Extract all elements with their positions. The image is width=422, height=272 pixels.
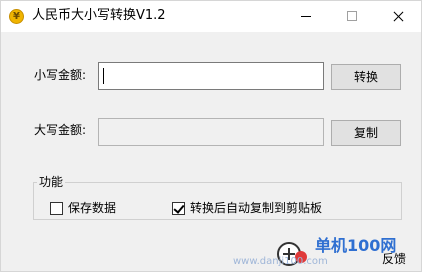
upper-amount-label: 大写金额: <box>34 123 87 137</box>
lower-amount-label: 小写金额: <box>34 68 87 82</box>
save-data-label[interactable]: 保存数据 <box>68 200 116 216</box>
main-window: ¥ 人民币大小写转换V1.2 小写金额: 转换 大写金额: 复制 功能 保存数据… <box>0 0 422 272</box>
function-group-title: 功能 <box>37 174 66 190</box>
maximize-icon[interactable] <box>329 1 375 32</box>
copy-button[interactable]: 复制 <box>331 120 401 146</box>
auto-copy-label[interactable]: 转换后自动复制到剪贴板 <box>190 200 322 216</box>
auto-copy-checkbox[interactable] <box>172 202 185 215</box>
window-title: 人民币大小写转换V1.2 <box>32 8 166 23</box>
close-icon[interactable] <box>375 1 421 32</box>
title-bar[interactable]: ¥ 人民币大小写转换V1.2 <box>1 1 421 32</box>
coin-glyph: ¥ <box>13 11 20 22</box>
upper-amount-output[interactable] <box>98 118 324 146</box>
watermark-url: www.danji100.com <box>233 256 328 267</box>
save-data-checkbox[interactable] <box>50 202 63 215</box>
minimize-icon[interactable] <box>283 1 329 32</box>
feedback-link[interactable]: 反馈 <box>382 251 406 267</box>
convert-button[interactable]: 转换 <box>331 64 401 90</box>
coin-icon: ¥ <box>9 9 24 24</box>
lower-amount-input[interactable] <box>98 62 324 90</box>
